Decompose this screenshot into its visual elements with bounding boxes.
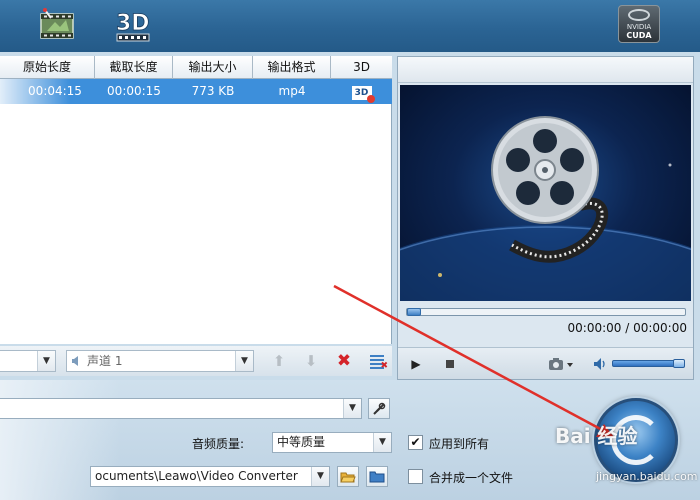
chevron-down-icon: ▼ — [37, 351, 55, 371]
file-list-header: 原始长度 截取长度 输出大小 输出格式 3D — [0, 56, 392, 79]
profile-settings-button[interactable] — [368, 398, 390, 419]
snapshot-button[interactable] — [544, 353, 578, 375]
3d-settings-button[interactable]: 3D — [112, 4, 154, 46]
nvidia-eye-icon — [628, 8, 650, 21]
edit-video-button[interactable] — [36, 4, 78, 46]
cell-output-format: mp4 — [278, 84, 306, 98]
timecode: 00:00:00 / 00:00:00 — [567, 321, 687, 335]
cell-3d[interactable]: 3D — [331, 79, 392, 104]
column-original-length[interactable]: 原始长度 — [0, 56, 95, 79]
audio-track-select[interactable]: 声道 1 ▼ — [66, 350, 254, 372]
volume-icon — [594, 358, 605, 370]
svg-text:3D: 3D — [116, 11, 150, 36]
cell-output-size: 773 KB — [191, 84, 235, 98]
stop-button[interactable] — [438, 353, 462, 375]
preview-title-bar — [398, 57, 693, 83]
audio-quality-label: 音频质量: — [192, 437, 245, 451]
table-row[interactable]: 00:04:15 00:00:15 773 KB mp4 3D — [0, 79, 392, 104]
cuda-label: CUDA — [626, 30, 652, 40]
audio-quality-select[interactable]: 中等质量 ▼ — [272, 432, 392, 453]
profile-select[interactable]: ▼ — [0, 398, 362, 419]
3d-badge-icon: 3D — [351, 86, 375, 103]
folder-icon — [369, 471, 385, 482]
nvidia-cuda-badge: NVIDIA CUDA — [618, 5, 660, 43]
preview-panel: 00:00:00 / 00:00:00 ▶ — [397, 56, 694, 380]
move-down-icon: ⬇ — [304, 352, 318, 370]
apply-all-label: 应用到所有 — [429, 437, 490, 451]
mute-button[interactable] — [592, 353, 608, 375]
play-icon: ▶ — [411, 357, 421, 371]
chevron-down-icon: ▼ — [311, 467, 329, 486]
film-edit-icon — [40, 8, 74, 39]
volume-thumb[interactable] — [673, 359, 685, 368]
move-up-icon: ⬆ — [272, 352, 286, 370]
delete-icon: ✖ — [336, 351, 352, 371]
chevron-down-icon: ▼ — [235, 351, 253, 371]
list-tools-bar: ▼ 声道 1 ▼ ⬆ ⬇ ✖ ✖ — [0, 346, 392, 376]
audio-track-value: 声道 1 — [87, 354, 123, 368]
nvidia-brand-label: NVIDIA — [626, 22, 652, 31]
move-down-button[interactable]: ⬇ — [300, 351, 322, 371]
blur-overlay — [0, 79, 70, 339]
output-path-value: ocuments\Leawo\Video Converter — [95, 469, 298, 483]
chevron-down-icon: ▼ — [343, 399, 361, 418]
chevron-down-icon: ▼ — [373, 433, 391, 452]
folder-open-icon — [340, 472, 356, 482]
delete-button[interactable]: ✖ — [333, 351, 355, 371]
speaker-icon — [72, 356, 78, 366]
cell-original-length: 00:04:15 — [28, 84, 82, 98]
tools-icon — [373, 402, 386, 415]
browse-folder-button[interactable] — [337, 466, 359, 487]
column-trim-length[interactable]: 截取长度 — [95, 56, 173, 79]
stop-icon — [446, 360, 454, 368]
merge-files-label: 合并成一个文件 — [429, 471, 514, 485]
camera-icon — [549, 358, 573, 370]
list-manage-button[interactable]: ✖ — [366, 351, 388, 371]
baidu-watermark: Bai 经验 — [555, 424, 638, 448]
open-output-folder-button[interactable] — [366, 466, 388, 487]
film-reel-logo — [400, 116, 691, 301]
video-preview — [400, 85, 691, 301]
file-list: 原始长度 截取长度 输出大小 输出格式 3D 00:04:15 00:00:15… — [0, 56, 392, 344]
move-up-button[interactable]: ⬆ — [268, 351, 290, 371]
output-path-input[interactable]: ocuments\Leawo\Video Converter ▼ — [90, 466, 330, 487]
column-output-format[interactable]: 输出格式 — [253, 56, 331, 79]
main-toolbar: 3D NVIDIA CUDA — [0, 0, 700, 52]
apply-all-checkbox[interactable]: ✔ — [408, 435, 423, 450]
playback-progress-slider[interactable] — [406, 308, 686, 316]
playback-controls: ▶ — [398, 347, 693, 379]
merge-files-checkbox[interactable] — [408, 469, 423, 484]
progress-thumb[interactable] — [407, 308, 421, 316]
subtitle-select[interactable]: ▼ — [0, 350, 56, 372]
play-button[interactable]: ▶ — [404, 353, 428, 375]
cell-trim-length: 00:00:15 — [107, 84, 161, 98]
baidu-watermark-url: jingyan.baidu.com — [596, 470, 698, 483]
checkmark-icon: ✔ — [410, 435, 421, 449]
volume-slider[interactable] — [612, 359, 685, 368]
column-3d[interactable]: 3D — [331, 56, 392, 79]
audio-quality-value: 中等质量 — [277, 435, 326, 449]
column-output-size[interactable]: 输出大小 — [173, 56, 253, 79]
3d-icon: 3D — [116, 11, 150, 42]
